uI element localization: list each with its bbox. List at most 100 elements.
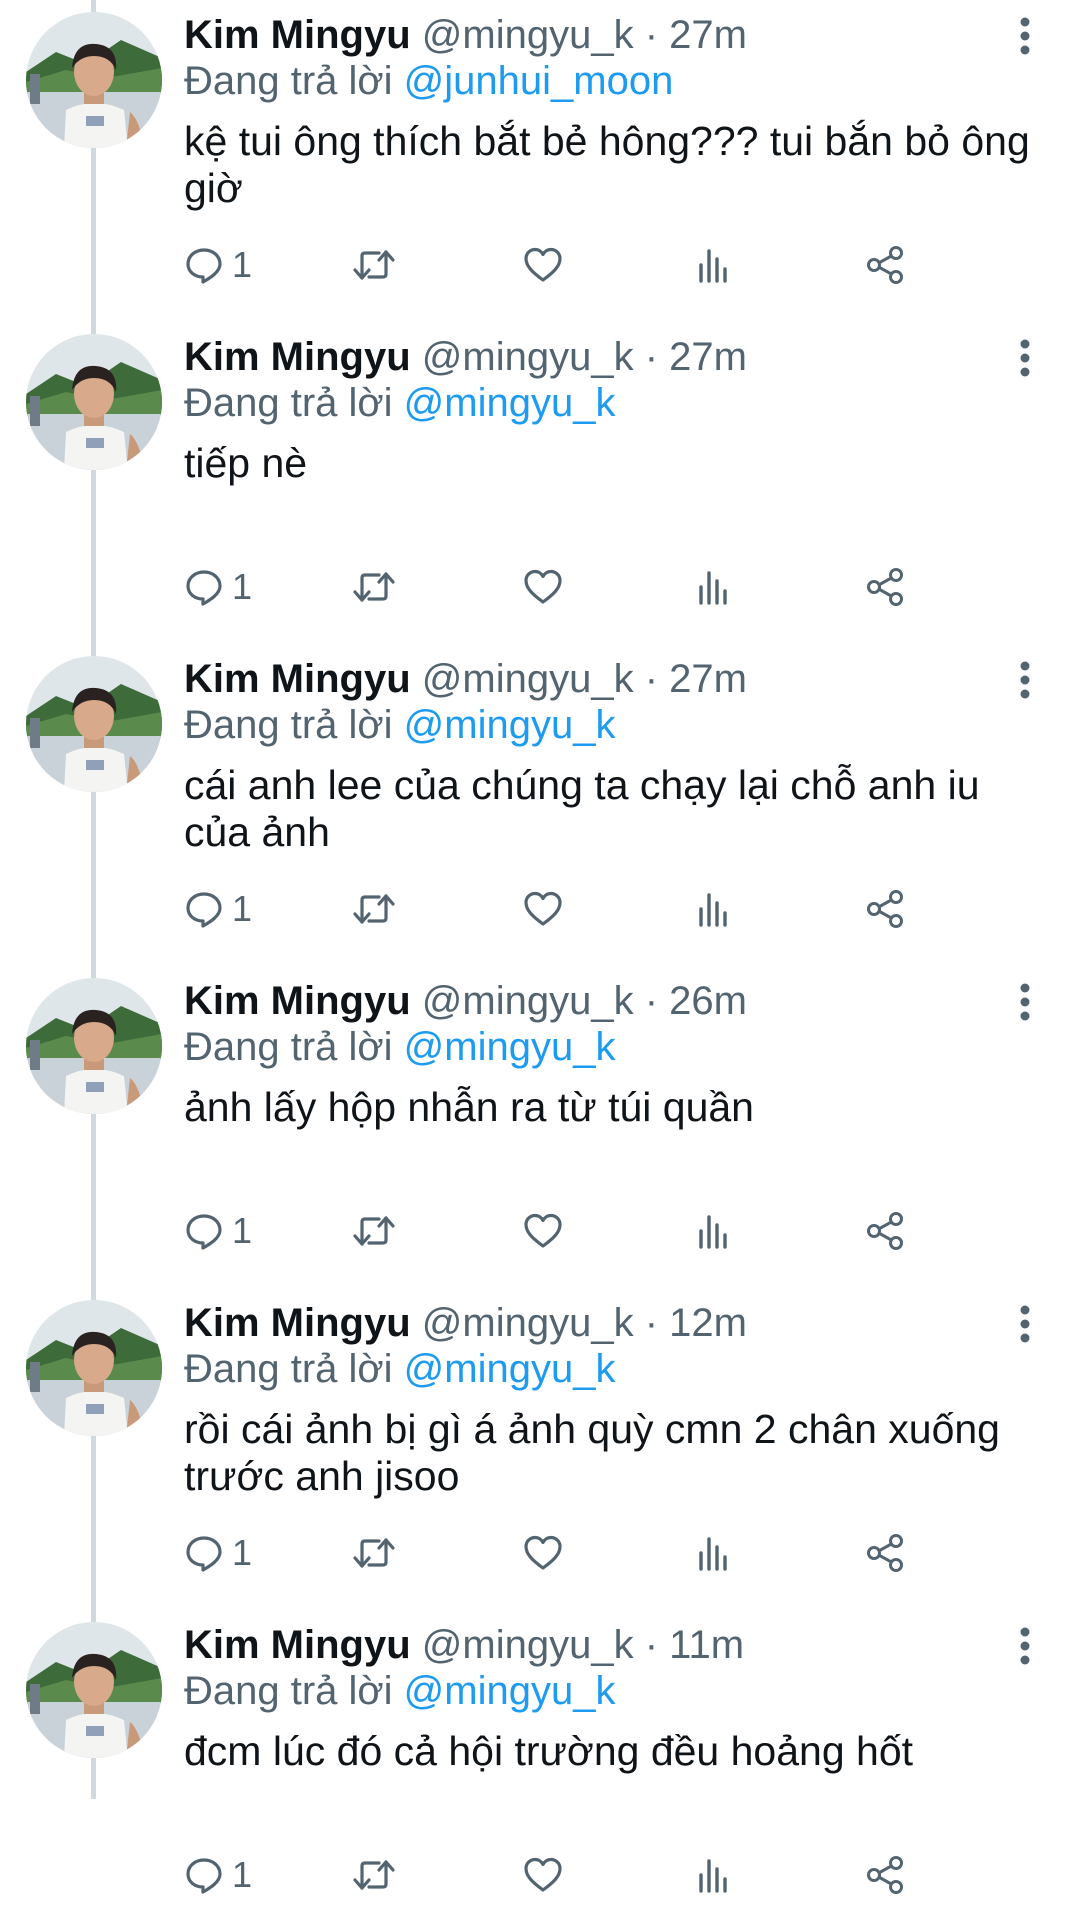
avatar[interactable] <box>26 978 162 1114</box>
timestamp[interactable]: 27m <box>669 335 747 379</box>
retweet-icon <box>352 567 396 607</box>
username[interactable]: @mingyu_k <box>422 1623 634 1667</box>
retweet-button[interactable] <box>352 562 396 612</box>
retweet-icon <box>352 1211 396 1251</box>
replying-to-label: Đang trả lời <box>184 1025 393 1069</box>
like-button[interactable] <box>522 1206 564 1256</box>
tweet[interactable]: Kim Mingyu @mingyu_k · 27m Đang trả lời … <box>0 322 1080 644</box>
like-button[interactable] <box>522 884 564 934</box>
replying-to: Đang trả lời @mingyu_k <box>184 1346 615 1392</box>
views-button[interactable] <box>696 884 732 934</box>
heart-icon <box>522 567 564 607</box>
more-vertical-icon[interactable] <box>1010 1624 1040 1668</box>
username[interactable]: @mingyu_k <box>422 13 634 57</box>
like-button[interactable] <box>522 240 564 290</box>
retweet-icon <box>352 1533 396 1573</box>
tweet-actions: 1 <box>184 884 1024 934</box>
tweet[interactable]: Kim Mingyu @mingyu_k · 27m Đang trả lời … <box>0 0 1080 322</box>
retweet-icon <box>352 889 396 929</box>
more-vertical-icon[interactable] <box>1010 14 1040 58</box>
avatar[interactable] <box>26 1300 162 1436</box>
replying-to: Đang trả lời @mingyu_k <box>184 702 615 748</box>
display-name[interactable]: Kim Mingyu <box>184 657 411 701</box>
retweet-icon <box>352 1855 396 1895</box>
share-button[interactable] <box>864 1850 908 1900</box>
more-vertical-icon[interactable] <box>1010 336 1040 380</box>
tweet-actions: 1 <box>184 1850 1024 1900</box>
replying-to-label: Đang trả lời <box>184 1347 393 1391</box>
timestamp[interactable]: 26m <box>669 979 747 1023</box>
tweet[interactable]: Kim Mingyu @mingyu_k · 12m Đang trả lời … <box>0 1288 1080 1610</box>
replying-to: Đang trả lời @mingyu_k <box>184 380 615 426</box>
tweet-text: rồi cái ảnh bị gì á ảnh quỳ cmn 2 chân x… <box>184 1406 1000 1499</box>
username[interactable]: @mingyu_k <box>422 657 634 701</box>
views-icon <box>696 245 732 285</box>
like-button[interactable] <box>522 1850 564 1900</box>
views-button[interactable] <box>696 1528 732 1578</box>
reply-button[interactable]: 1 <box>184 562 252 612</box>
tweet[interactable]: Kim Mingyu @mingyu_k · 11m Đang trả lời … <box>0 1610 1080 1932</box>
retweet-button[interactable] <box>352 1206 396 1256</box>
more-vertical-icon[interactable] <box>1010 658 1040 702</box>
share-button[interactable] <box>864 562 908 612</box>
share-button[interactable] <box>864 1528 908 1578</box>
username[interactable]: @mingyu_k <box>422 1301 634 1345</box>
username[interactable]: @mingyu_k <box>422 335 634 379</box>
display-name[interactable]: Kim Mingyu <box>184 1623 411 1667</box>
tweet-actions: 1 <box>184 240 1024 290</box>
views-button[interactable] <box>696 1206 732 1256</box>
tweet-text: tiếp nè <box>184 440 308 486</box>
views-icon <box>696 1211 732 1251</box>
retweet-button[interactable] <box>352 884 396 934</box>
tweet-header: Kim Mingyu @mingyu_k · 26m <box>184 978 747 1024</box>
views-icon <box>696 889 732 929</box>
tweet-actions: 1 <box>184 562 1024 612</box>
timestamp[interactable]: 27m <box>669 13 747 57</box>
username[interactable]: @mingyu_k <box>422 979 634 1023</box>
display-name[interactable]: Kim Mingyu <box>184 979 411 1023</box>
avatar[interactable] <box>26 12 162 148</box>
share-icon <box>864 567 908 607</box>
timestamp[interactable]: 12m <box>669 1301 747 1345</box>
timestamp[interactable]: 27m <box>669 657 747 701</box>
more-vertical-icon[interactable] <box>1010 980 1040 1024</box>
views-button[interactable] <box>696 1850 732 1900</box>
replying-to: Đang trả lời @mingyu_k <box>184 1668 615 1714</box>
reply-button[interactable]: 1 <box>184 1528 252 1578</box>
separator: · <box>644 1623 659 1667</box>
share-icon <box>864 245 908 285</box>
mention-link[interactable]: @junhui_moon <box>404 59 674 103</box>
reply-button[interactable]: 1 <box>184 1850 252 1900</box>
views-button[interactable] <box>696 240 732 290</box>
mention-link[interactable]: @mingyu_k <box>404 381 616 425</box>
reply-button[interactable]: 1 <box>184 884 252 934</box>
like-button[interactable] <box>522 562 564 612</box>
replying-to-label: Đang trả lời <box>184 59 393 103</box>
tweet[interactable]: Kim Mingyu @mingyu_k · 27m Đang trả lời … <box>0 644 1080 966</box>
mention-link[interactable]: @mingyu_k <box>404 1347 616 1391</box>
tweet[interactable]: Kim Mingyu @mingyu_k · 26m Đang trả lời … <box>0 966 1080 1288</box>
display-name[interactable]: Kim Mingyu <box>184 335 411 379</box>
like-button[interactable] <box>522 1528 564 1578</box>
avatar[interactable] <box>26 656 162 792</box>
retweet-button[interactable] <box>352 240 396 290</box>
share-button[interactable] <box>864 884 908 934</box>
views-button[interactable] <box>696 562 732 612</box>
reply-button[interactable]: 1 <box>184 1206 252 1256</box>
mention-link[interactable]: @mingyu_k <box>404 1669 616 1713</box>
display-name[interactable]: Kim Mingyu <box>184 1301 411 1345</box>
share-button[interactable] <box>864 1206 908 1256</box>
display-name[interactable]: Kim Mingyu <box>184 13 411 57</box>
avatar[interactable] <box>26 334 162 470</box>
heart-icon <box>522 889 564 929</box>
reply-button[interactable]: 1 <box>184 240 252 290</box>
share-button[interactable] <box>864 240 908 290</box>
views-icon <box>696 1855 732 1895</box>
mention-link[interactable]: @mingyu_k <box>404 1025 616 1069</box>
more-vertical-icon[interactable] <box>1010 1302 1040 1346</box>
mention-link[interactable]: @mingyu_k <box>404 703 616 747</box>
avatar[interactable] <box>26 1622 162 1758</box>
retweet-button[interactable] <box>352 1850 396 1900</box>
timestamp[interactable]: 11m <box>669 1623 744 1667</box>
retweet-button[interactable] <box>352 1528 396 1578</box>
